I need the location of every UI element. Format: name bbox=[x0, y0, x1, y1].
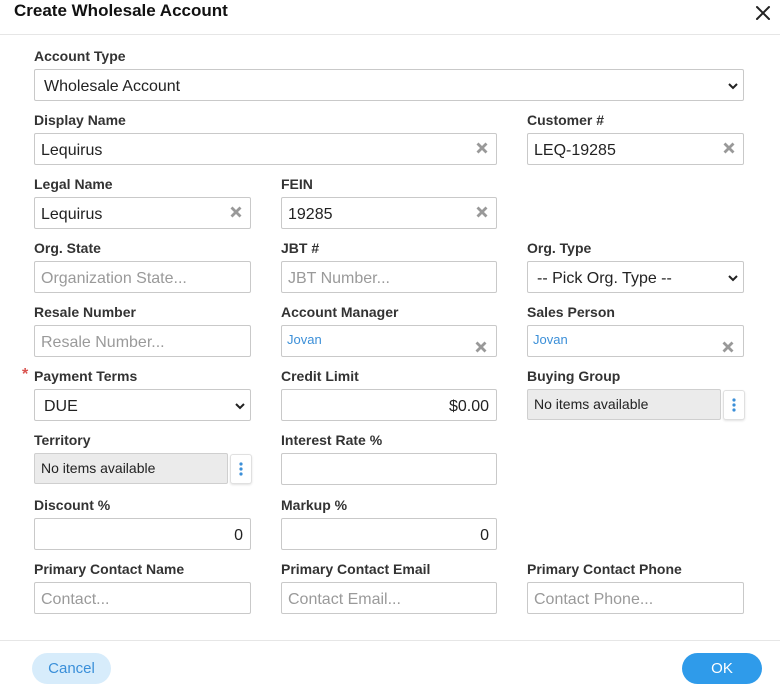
account-manager-tag: Jovan bbox=[287, 332, 322, 347]
payment-terms-label: Payment Terms bbox=[34, 368, 138, 384]
clear-x-icon[interactable] bbox=[475, 341, 487, 353]
account-manager-select[interactable]: Jovan bbox=[281, 325, 497, 357]
org-type-label: Org. Type bbox=[527, 240, 592, 256]
primary-contact-name-label: Primary Contact Name bbox=[34, 561, 185, 577]
primary-contact-name-input[interactable]: Contact... bbox=[34, 582, 251, 614]
fein-input[interactable]: 19285 bbox=[281, 197, 497, 229]
sales-person-tag: Jovan bbox=[533, 332, 568, 347]
cancel-button[interactable]: Cancel bbox=[32, 653, 111, 684]
territory-more-button[interactable] bbox=[230, 454, 252, 484]
chevron-down-icon bbox=[727, 81, 739, 91]
primary-contact-phone-label: Primary Contact Phone bbox=[527, 561, 682, 577]
territory-value: No items available bbox=[41, 460, 156, 476]
primary-contact-name-placeholder: Contact... bbox=[41, 591, 110, 608]
jbt-number-label: JBT # bbox=[281, 240, 320, 256]
buying-group-value: No items available bbox=[534, 396, 649, 412]
credit-limit-label: Credit Limit bbox=[281, 368, 359, 384]
account-type-label: Account Type bbox=[34, 48, 126, 64]
customer-number-label: Customer # bbox=[527, 112, 605, 128]
primary-contact-phone-input[interactable]: Contact Phone... bbox=[527, 582, 744, 614]
account-type-select[interactable]: Wholesale Account bbox=[34, 69, 744, 101]
interest-rate-input[interactable] bbox=[281, 453, 497, 485]
credit-limit-value: $0.00 bbox=[448, 398, 489, 415]
legal-name-value: Lequirus bbox=[41, 206, 103, 223]
display-name-label: Display Name bbox=[34, 112, 126, 128]
clear-x-icon[interactable] bbox=[476, 206, 488, 218]
display-name-value: Lequirus bbox=[41, 142, 103, 159]
ok-button[interactable]: OK bbox=[682, 653, 762, 684]
buying-group-more-button[interactable] bbox=[723, 390, 745, 420]
legal-name-label: Legal Name bbox=[34, 176, 113, 192]
create-account-dialog: Create Wholesale Account Account Type Wh… bbox=[0, 0, 780, 692]
org-state-label: Org. State bbox=[34, 240, 101, 256]
primary-contact-email-placeholder: Contact Email... bbox=[288, 591, 401, 608]
jbt-number-placeholder: JBT Number... bbox=[288, 270, 390, 287]
payment-terms-select[interactable]: DUE bbox=[34, 389, 251, 421]
clear-x-icon[interactable] bbox=[723, 142, 735, 154]
resale-number-label: Resale Number bbox=[34, 304, 136, 320]
org-state-input[interactable]: Organization State... bbox=[34, 261, 251, 293]
markup-value: 0 bbox=[480, 527, 489, 544]
customer-number-value: LEQ-19285 bbox=[534, 142, 616, 159]
dialog-title: Create Wholesale Account bbox=[14, 1, 228, 20]
org-state-placeholder: Organization State... bbox=[41, 270, 187, 287]
clear-x-icon[interactable] bbox=[476, 142, 488, 154]
credit-limit-input[interactable]: $0.00 bbox=[281, 389, 497, 421]
chevron-down-icon bbox=[234, 401, 246, 411]
discount-label: Discount % bbox=[34, 497, 111, 513]
territory-select[interactable]: No items available bbox=[34, 453, 228, 484]
customer-number-input[interactable]: LEQ-19285 bbox=[527, 133, 744, 165]
markup-input[interactable]: 0 bbox=[281, 518, 497, 550]
interest-rate-label: Interest Rate % bbox=[281, 432, 383, 448]
clear-x-icon[interactable] bbox=[230, 206, 242, 218]
discount-input[interactable]: 0 bbox=[34, 518, 251, 550]
legal-name-input[interactable]: Lequirus bbox=[34, 197, 251, 229]
org-type-select[interactable]: -- Pick Org. Type -- bbox=[527, 261, 744, 293]
primary-contact-phone-placeholder: Contact Phone... bbox=[534, 591, 654, 608]
dialog-footer: Cancel OK bbox=[0, 640, 780, 692]
clear-x-icon[interactable] bbox=[722, 341, 734, 353]
vertical-dots-icon bbox=[239, 462, 243, 476]
account-manager-label: Account Manager bbox=[281, 304, 399, 320]
primary-contact-email-label: Primary Contact Email bbox=[281, 561, 431, 577]
dialog-header: Create Wholesale Account bbox=[0, 0, 780, 35]
sales-person-label: Sales Person bbox=[527, 304, 615, 320]
org-type-value: -- Pick Org. Type -- bbox=[537, 270, 672, 287]
buying-group-select[interactable]: No items available bbox=[527, 389, 721, 420]
display-name-input[interactable]: Lequirus bbox=[34, 133, 497, 165]
fein-label: FEIN bbox=[281, 176, 313, 192]
discount-value: 0 bbox=[234, 527, 243, 544]
resale-number-input[interactable]: Resale Number... bbox=[34, 325, 251, 357]
buying-group-label: Buying Group bbox=[527, 368, 621, 384]
account-type-value: Wholesale Account bbox=[44, 78, 181, 95]
markup-label: Markup % bbox=[281, 497, 348, 513]
chevron-down-icon bbox=[727, 273, 739, 283]
required-marker: * bbox=[22, 366, 29, 383]
territory-label: Territory bbox=[34, 432, 91, 448]
jbt-number-input[interactable]: JBT Number... bbox=[281, 261, 497, 293]
fein-value: 19285 bbox=[288, 206, 333, 223]
close-icon[interactable] bbox=[752, 2, 774, 24]
payment-terms-value: DUE bbox=[44, 398, 78, 415]
sales-person-select[interactable]: Jovan bbox=[527, 325, 744, 357]
vertical-dots-icon bbox=[732, 398, 736, 412]
resale-number-placeholder: Resale Number... bbox=[41, 334, 165, 351]
primary-contact-email-input[interactable]: Contact Email... bbox=[281, 582, 497, 614]
